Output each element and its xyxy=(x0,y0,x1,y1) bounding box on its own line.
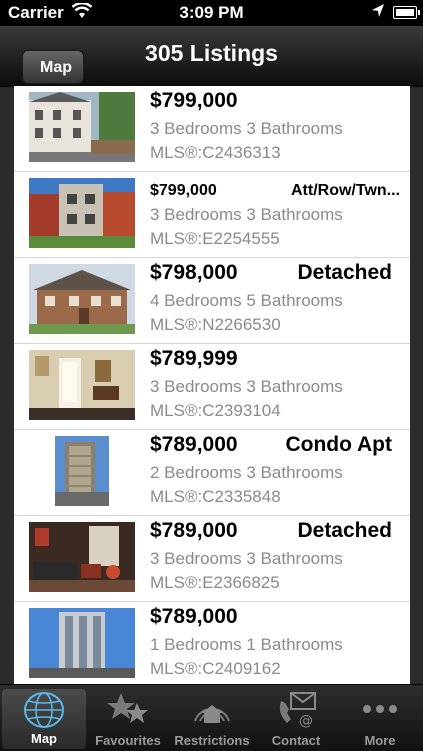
listing-row[interactable]: $799,000 Att/Row/Twn... 3 Bedrooms 3 Bat… xyxy=(14,172,410,258)
listing-mls: MLS®:N2266530 xyxy=(150,315,281,334)
battery-icon xyxy=(393,6,420,19)
listing-price: $798,000 xyxy=(150,261,238,284)
listing-photo xyxy=(29,522,135,592)
listing-photo xyxy=(29,350,135,420)
phone-mail-icon: @ xyxy=(275,691,317,729)
tab-label: Contact xyxy=(271,733,321,748)
listing-mls: MLS®:E2254555 xyxy=(150,229,280,248)
listing-type: Detached xyxy=(297,519,392,542)
tab-label: More xyxy=(364,733,396,748)
listing-rooms: 3 Bedrooms 3 Bathrooms xyxy=(150,377,343,396)
listing-row[interactable]: $789,000 Detached 3 Bedrooms 3 Bathrooms… xyxy=(14,516,410,602)
listing-rooms: 3 Bedrooms 3 Bathrooms xyxy=(150,205,343,224)
stars-icon xyxy=(107,691,149,727)
listing-rooms: 3 Bedrooms 3 Bathrooms xyxy=(150,549,343,568)
listing-price: $799,000 xyxy=(150,182,217,199)
listing-rooms: 2 Bedrooms 3 Bathrooms xyxy=(150,463,343,482)
svg-text:@: @ xyxy=(299,713,313,729)
listing-price: $789,999 xyxy=(150,347,238,370)
listing-price: $789,000 xyxy=(150,519,238,542)
listing-row[interactable]: $789,000 1 Bedrooms 1 Bathrooms MLS®:C24… xyxy=(14,602,410,684)
listing-mls: MLS®:C2409162 xyxy=(150,659,281,678)
listing-row[interactable]: $789,999 3 Bedrooms 3 Bathrooms MLS®:C23… xyxy=(14,344,410,430)
listing-price: $789,000 xyxy=(150,605,238,628)
listing-mls: MLS®:C2335848 xyxy=(150,487,281,506)
tab-map[interactable]: Map xyxy=(2,689,86,749)
listing-row[interactable]: $798,000 Detached 4 Bedrooms 5 Bathrooms… xyxy=(14,258,410,344)
listing-rooms: 1 Bedrooms 1 Bathrooms xyxy=(150,635,343,654)
navigation-bar: Map 305 Listings xyxy=(0,26,423,87)
listing-photo xyxy=(29,608,135,678)
tab-label: Map xyxy=(31,731,57,746)
listing-type: Att/Row/Twn... xyxy=(290,182,400,199)
listing-type: Condo Apt xyxy=(285,433,392,456)
listing-mls: MLS®:C2436313 xyxy=(150,143,281,162)
listing-photo xyxy=(29,436,135,506)
tab-favourites[interactable]: Favourites xyxy=(86,685,170,751)
tab-bar: Map Favourites Restrictions @ Contact Mo… xyxy=(0,684,423,751)
listing-photo xyxy=(29,264,135,334)
tab-restrictions[interactable]: Restrictions xyxy=(170,685,254,751)
page-title: 305 Listings xyxy=(145,40,278,66)
listing-photo xyxy=(29,178,135,248)
tab-more[interactable]: More xyxy=(338,685,422,751)
listing-row[interactable]: $799,000 3 Bedrooms 3 Bathrooms MLS®:C24… xyxy=(14,86,410,172)
tab-label: Restrictions xyxy=(174,733,250,748)
listing-photo xyxy=(29,92,135,162)
clock: 3:09 PM xyxy=(179,3,244,22)
listing-type: Detached xyxy=(297,261,392,284)
tab-label: Favourites xyxy=(95,733,161,748)
listing-mls: MLS®:C2393104 xyxy=(150,401,281,420)
listing-price: $789,000 xyxy=(150,433,238,456)
globe-icon xyxy=(23,691,65,728)
house-signal-icon xyxy=(191,691,233,727)
listings-list[interactable]: $799,000 3 Bedrooms 3 Bathrooms MLS®:C24… xyxy=(14,86,410,684)
listing-row[interactable]: $789,000 Condo Apt 2 Bedrooms 3 Bathroom… xyxy=(14,430,410,516)
location-arrow-icon xyxy=(371,3,385,24)
listing-mls: MLS®:E2366825 xyxy=(150,573,280,592)
listing-price: $799,000 xyxy=(150,89,238,112)
status-bar: Carrier 3:09 PM xyxy=(0,0,423,26)
tab-contact[interactable]: @ Contact xyxy=(254,685,338,751)
more-dots-icon xyxy=(359,691,401,727)
listing-rooms: 3 Bedrooms 3 Bathrooms xyxy=(150,119,343,138)
listing-rooms: 4 Bedrooms 5 Bathrooms xyxy=(150,291,343,310)
